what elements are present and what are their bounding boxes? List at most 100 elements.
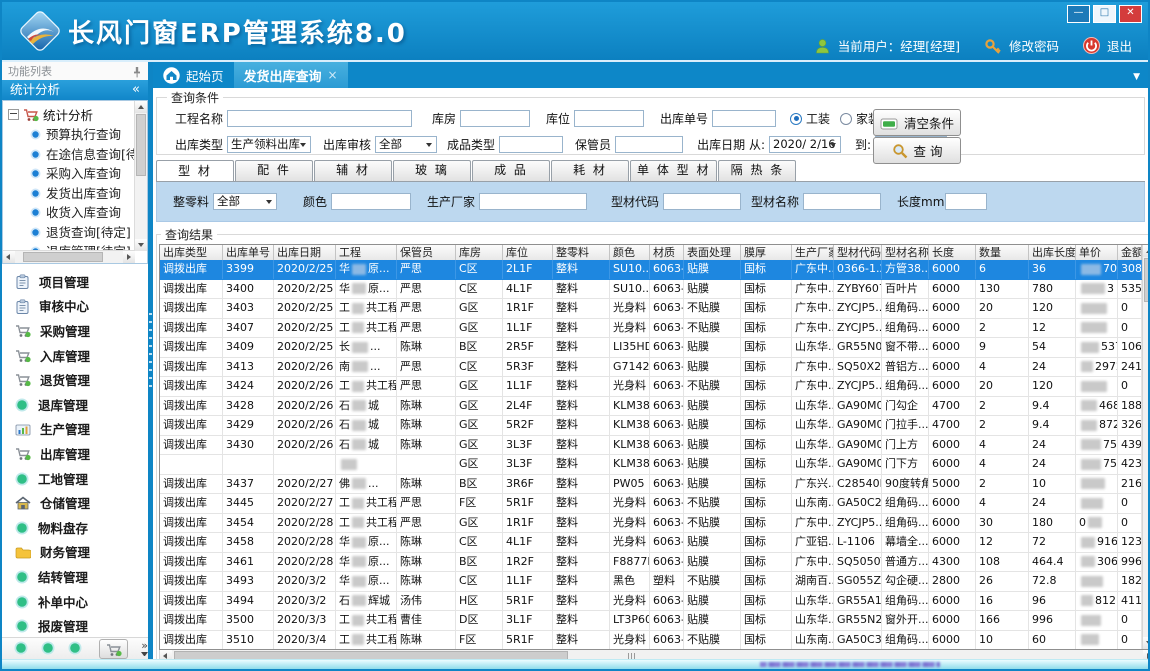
- manufacturer-input[interactable]: [479, 193, 587, 210]
- vertical-scrollbar[interactable]: [1142, 245, 1148, 649]
- column-header[interactable]: 材质: [650, 245, 684, 260]
- date-from-select[interactable]: 2020/ 2/16: [769, 136, 841, 153]
- tree-vertical-scrollbar[interactable]: [134, 101, 147, 251]
- tab-home[interactable]: 起始页: [153, 62, 234, 88]
- tree-horizontal-scrollbar[interactable]: [3, 250, 135, 263]
- maximize-button[interactable]: □: [1093, 5, 1116, 23]
- location-input[interactable]: [574, 110, 644, 127]
- scrollbar-thumb[interactable]: [1144, 258, 1148, 302]
- project-name-input[interactable]: [227, 110, 412, 127]
- column-header[interactable]: 库位: [503, 245, 553, 260]
- table-row[interactable]: 调拨出库34942020/3/2石辉城汤伟H区5R1F整料光身料6063-T5贴…: [160, 592, 1142, 612]
- material-tab-4[interactable]: 成 品: [472, 160, 550, 181]
- radio-gongzhuang[interactable]: [790, 113, 802, 125]
- tree-expand-icon[interactable]: [8, 109, 19, 120]
- minimize-button[interactable]: —: [1067, 5, 1090, 23]
- material-tab-2[interactable]: 辅 材: [314, 160, 392, 181]
- tree-item-5[interactable]: 退货查询[待定]: [8, 222, 135, 242]
- table-row[interactable]: 调拨出库33992020/2/25华原...严思C区2L1F整料SU10...6…: [160, 260, 1142, 280]
- sidebar-item-3[interactable]: 入库管理: [2, 343, 148, 368]
- table-row[interactable]: 调拨出库34032020/2/25工共工程严思G区1R1F整料光身料6063-T…: [160, 299, 1142, 319]
- sidebar-item-1[interactable]: 审核中心: [2, 294, 148, 319]
- sidebar-item-13[interactable]: 补单中心: [2, 589, 148, 614]
- column-header[interactable]: 金额: [1118, 245, 1142, 260]
- scroll-down-icon[interactable]: [135, 239, 147, 251]
- table-row[interactable]: 调拨出库34302020/2/26石城陈琳G区3L3F整料KLM38176063…: [160, 436, 1142, 456]
- color-input[interactable]: [331, 193, 411, 210]
- table-row[interactable]: 调拨出库34612020/2/28华原...陈琳B区1R2F整料F8877FT6…: [160, 553, 1142, 573]
- tree-root[interactable]: 统计分析: [8, 104, 135, 124]
- sidebar-section-header[interactable]: 统计分析 «: [2, 80, 148, 100]
- column-header[interactable]: 出库单号: [223, 245, 274, 260]
- sidebar-item-14[interactable]: 报废管理: [2, 613, 148, 638]
- material-tab-5[interactable]: 耗 材: [551, 160, 629, 181]
- table-row[interactable]: 调拨出库34582020/2/28华原...陈琳C区4L1F整料光身料6063-…: [160, 533, 1142, 553]
- column-header[interactable]: 膜厚: [741, 245, 792, 260]
- table-row[interactable]: 调拨出库34072020/2/25工共工程严思G区1L1F整料光身料6063-T…: [160, 319, 1142, 339]
- sidebar-item-6[interactable]: 生产管理: [2, 417, 148, 442]
- column-header[interactable]: 库房: [456, 245, 503, 260]
- scroll-down-icon[interactable]: [1143, 637, 1148, 649]
- tree-item-4[interactable]: 收货入库查询: [8, 202, 135, 222]
- table-row[interactable]: 调拨出库34242020/2/26工共工程严思G区1L1F整料光身料6063-T…: [160, 377, 1142, 397]
- table-row[interactable]: 调拨出库34372020/2/27佛...陈琳B区3R6F整料PW056063-…: [160, 475, 1142, 495]
- sidebar-item-5[interactable]: 退库管理: [2, 392, 148, 417]
- column-header[interactable]: 整零料: [553, 245, 610, 260]
- table-row[interactable]: 调拨出库34452020/2/27工共工程严思F区5R1F整料光身料6063-T…: [160, 494, 1142, 514]
- table-row[interactable]: 调拨出库35102020/3/4工共工程陈琳F区5R1F整料光身料6063-T5…: [160, 631, 1142, 650]
- close-button[interactable]: ✕: [1119, 5, 1142, 23]
- table-row[interactable]: 调拨出库34292020/2/26石城陈琳G区5R2F整料KLM38176063…: [160, 416, 1142, 436]
- material-tab-6[interactable]: 单 体 型 材: [630, 160, 717, 181]
- table-row[interactable]: G区3L3F整料KLM38176063-T5贴膜国标山东华...GA90M09.…: [160, 455, 1142, 475]
- column-header[interactable]: 表面处理: [684, 245, 741, 260]
- scroll-up-icon[interactable]: [1143, 245, 1148, 257]
- tab-close-icon[interactable]: ×: [328, 68, 338, 82]
- table-row[interactable]: 调拨出库34542020/2/28工共工程严思G区1R1F整料光身料6063-T…: [160, 514, 1142, 534]
- sidebar-item-8[interactable]: 工地管理: [2, 466, 148, 491]
- material-tab-0[interactable]: 型 材: [156, 160, 234, 181]
- sidebar-item-2[interactable]: 采购管理: [2, 318, 148, 343]
- column-header[interactable]: 保管员: [397, 245, 456, 260]
- change-password-link[interactable]: 修改密码: [1009, 36, 1059, 55]
- audit-select[interactable]: 全部: [375, 136, 437, 153]
- table-row[interactable]: 调拨出库35002020/3/3工共工程曹佳D区3L1F整料LT3P606063…: [160, 611, 1142, 631]
- search-button[interactable]: 查 询: [873, 137, 961, 164]
- scroll-left-icon[interactable]: [3, 251, 15, 263]
- logout-link[interactable]: 退出: [1107, 36, 1132, 55]
- column-header[interactable]: 颜色: [610, 245, 650, 260]
- length-input[interactable]: [945, 193, 987, 210]
- tree-item-0[interactable]: 预算执行查询: [8, 124, 135, 144]
- scroll-up-icon[interactable]: [135, 101, 147, 113]
- column-header[interactable]: 出库长度: [1029, 245, 1076, 260]
- sidebar-item-4[interactable]: 退货管理: [2, 367, 148, 392]
- column-header[interactable]: 单价: [1076, 245, 1118, 260]
- sidebar-item-7[interactable]: 出库管理: [2, 441, 148, 466]
- column-header[interactable]: 长度: [929, 245, 976, 260]
- table-row[interactable]: 调拨出库34132020/2/26南...严思C区5R3F整料G71422606…: [160, 358, 1142, 378]
- scrollbar-thumb[interactable]: [23, 252, 103, 262]
- column-header[interactable]: 型材名称: [882, 245, 929, 260]
- tree-item-2[interactable]: 采购入库查询: [8, 163, 135, 183]
- nav-cart-button[interactable]: [99, 639, 128, 659]
- tree-item-1[interactable]: 在途信息查询[待: [8, 144, 135, 164]
- warehouse-input[interactable]: [460, 110, 530, 127]
- sidebar-item-12[interactable]: 结转管理: [2, 564, 148, 589]
- pin-icon[interactable]: [132, 65, 142, 78]
- profile-name-input[interactable]: [803, 193, 881, 210]
- clear-conditions-button[interactable]: 清空条件: [873, 109, 961, 136]
- whole-part-select[interactable]: 全部: [213, 193, 277, 210]
- sidebar-item-9[interactable]: 仓储管理: [2, 490, 148, 515]
- material-tab-7[interactable]: 隔 热 条: [718, 160, 796, 181]
- sidebar-item-11[interactable]: 财务管理: [2, 540, 148, 565]
- material-tab-1[interactable]: 配 件: [235, 160, 313, 181]
- keeper-input[interactable]: [615, 136, 683, 153]
- table-row[interactable]: 调拨出库34282020/2/26石城陈琳G区2L4F整料KLM38176063…: [160, 397, 1142, 417]
- table-row[interactable]: 调拨出库34092020/2/25长...陈琳B区2R5F整料LI35HD606…: [160, 338, 1142, 358]
- sidebar-item-0[interactable]: 项目管理: [2, 269, 148, 294]
- column-header[interactable]: 出库日期: [274, 245, 336, 260]
- tree-item-3[interactable]: 发货出库查询: [8, 183, 135, 203]
- nav-dot-icon[interactable]: [41, 640, 55, 659]
- table-row[interactable]: 调拨出库34932020/3/2华原...陈琳C区1L1F整料黑色塑料不贴膜国标…: [160, 572, 1142, 592]
- order-no-input[interactable]: [712, 110, 776, 127]
- collapse-icon[interactable]: «: [132, 80, 140, 100]
